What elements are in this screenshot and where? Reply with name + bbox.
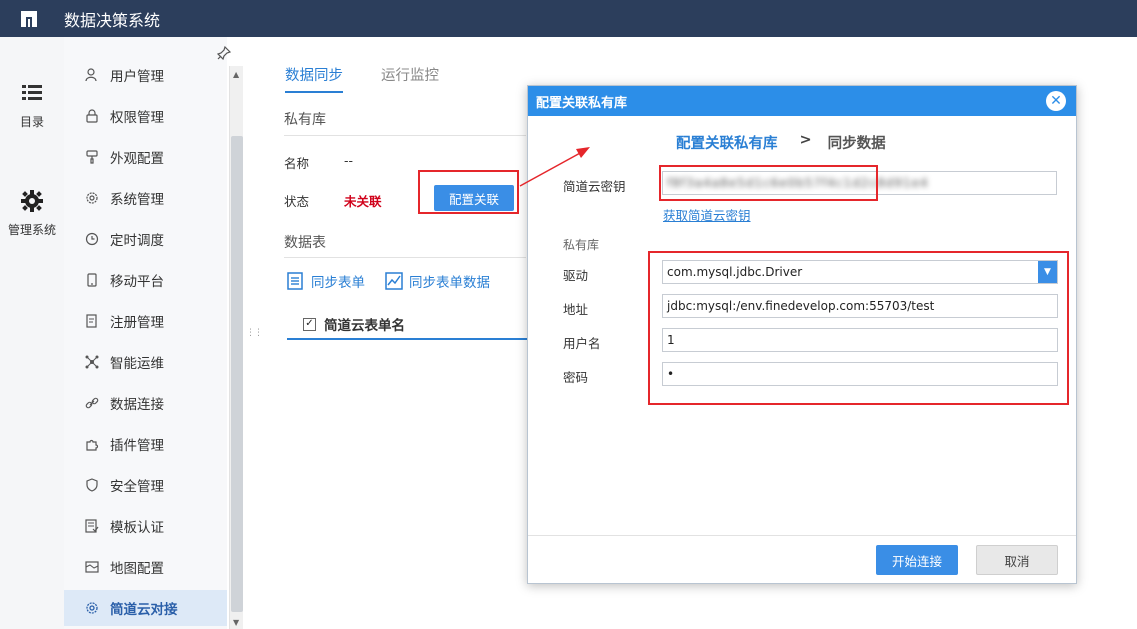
sidebar-item-schedule[interactable]: 定时调度	[64, 221, 227, 257]
name-value: --	[344, 153, 354, 168]
divider	[284, 135, 526, 136]
sidebar-item-label: 外观配置	[110, 151, 164, 167]
close-icon[interactable]: ✕	[1046, 91, 1066, 111]
sidebar-item-users[interactable]: 用户管理	[64, 57, 227, 93]
url-label: 地址	[563, 302, 589, 317]
status-label: 状态	[284, 194, 310, 209]
brush-icon	[84, 149, 100, 165]
sidebar-item-label: 智能运维	[110, 356, 164, 372]
dialog-footer: 开始连接 取消	[528, 535, 1076, 583]
sidebar-item-register[interactable]: 注册管理	[64, 303, 227, 339]
gear-icon	[84, 600, 100, 616]
chart-icon	[385, 272, 403, 290]
sidebar-item-label: 系统管理	[110, 192, 164, 208]
start-connection-button[interactable]: 开始连接	[876, 545, 958, 575]
key-label: 简道云密钥	[563, 179, 626, 194]
rail-label-catalog: 目录	[19, 115, 44, 129]
sidebar-item-jiandaoyun[interactable]: 简道云对接	[64, 590, 227, 626]
sidebar-item-ops[interactable]: 智能运维	[64, 344, 227, 380]
step-config: 配置关联私有库	[676, 136, 778, 152]
lock-icon	[84, 108, 100, 124]
sidebar-scrollbar[interactable]: ▲ ▼	[229, 66, 243, 629]
column-header-form-name: 简道云表单名	[324, 318, 405, 334]
sync-form-data-label: 同步表单数据	[409, 275, 490, 291]
sidebar-item-map[interactable]: 地图配置	[64, 549, 227, 585]
sidebar-item-label: 地图配置	[110, 561, 164, 577]
scroll-down-icon[interactable]: ▼	[233, 618, 239, 627]
sidebar-item-appearance[interactable]: 外观配置	[64, 139, 227, 175]
rail-item-catalog[interactable]: 目录	[0, 81, 64, 130]
get-key-link[interactable]: 获取简道云密钥	[663, 205, 751, 224]
sidebar: 用户管理 权限管理 外观配置 系统管理 定时调度 移动平台 注册管理 智能运维 …	[64, 37, 232, 629]
section-title-private: 私有库	[284, 112, 326, 128]
section-title-tables: 数据表	[284, 235, 326, 251]
network-icon	[84, 354, 100, 370]
sync-form-data-button[interactable]: 同步表单数据	[385, 271, 490, 291]
gear-icon	[84, 190, 100, 206]
step-sync: 同步数据	[827, 136, 886, 152]
highlight-box-key	[659, 165, 878, 201]
name-label: 名称	[284, 156, 310, 171]
top-bar: 数据决策系统	[0, 0, 1137, 37]
register-icon	[84, 313, 100, 329]
puzzle-icon	[84, 436, 100, 452]
clock-icon	[84, 231, 100, 247]
step-indicator: 配置关联私有库 > 同步数据	[676, 132, 886, 153]
sidebar-item-label: 数据连接	[110, 397, 164, 413]
template-icon	[84, 518, 100, 534]
rail-item-admin[interactable]: 管理系统	[0, 189, 64, 238]
app-title: 数据决策系统	[64, 10, 161, 30]
status-badge: 未关联	[344, 194, 382, 209]
table-header: ✓ 简道云表单名	[287, 310, 527, 340]
highlight-box-config	[418, 170, 519, 214]
sidebar-item-label: 安全管理	[110, 479, 164, 495]
driver-label: 驱动	[563, 268, 589, 283]
rail-label-admin: 管理系统	[7, 223, 56, 237]
icon-rail: 目录 管理系统	[0, 37, 64, 629]
sidebar-item-security[interactable]: 安全管理	[64, 467, 227, 503]
phone-icon	[84, 272, 100, 288]
map-icon	[84, 559, 100, 575]
sidebar-item-label: 用户管理	[110, 69, 164, 85]
tab-monitor[interactable]: 运行监控	[381, 64, 439, 93]
sidebar-item-data-connection[interactable]: 数据连接	[64, 385, 227, 421]
sync-form-label: 同步表单	[311, 275, 365, 291]
sidebar-item-label: 插件管理	[110, 438, 164, 454]
select-all-checkbox[interactable]: ✓	[303, 317, 316, 331]
step-separator: >	[799, 132, 812, 148]
sidebar-item-label: 定时调度	[110, 233, 164, 249]
app-logo-icon	[19, 9, 39, 29]
gear-icon	[21, 189, 43, 213]
sidebar-item-label: 移动平台	[110, 274, 164, 290]
user-icon	[84, 67, 100, 83]
dialog-title: 配置关联私有库	[536, 95, 628, 111]
sidebar-item-permissions[interactable]: 权限管理	[64, 98, 227, 134]
sidebar-item-mobile[interactable]: 移动平台	[64, 262, 227, 298]
sync-form-button[interactable]: 同步表单	[287, 271, 365, 291]
username-label: 用户名	[563, 336, 601, 351]
sidebar-item-label: 模板认证	[110, 520, 164, 536]
link-icon	[84, 395, 100, 411]
form-icon	[287, 272, 305, 290]
sidebar-item-label: 注册管理	[110, 315, 164, 331]
divider	[284, 257, 526, 258]
highlight-box-private-db	[648, 251, 1069, 405]
main-tabs: 数据同步 运行监控	[285, 64, 477, 93]
sidebar-item-template-auth[interactable]: 模板认证	[64, 508, 227, 544]
splitter-handle-icon[interactable]: ⋮⋮	[246, 328, 263, 338]
scroll-thumb[interactable]	[231, 136, 243, 612]
scroll-up-icon[interactable]: ▲	[233, 70, 239, 79]
sidebar-item-label: 权限管理	[110, 110, 164, 126]
tab-data-sync[interactable]: 数据同步	[285, 64, 343, 93]
shield-icon	[84, 477, 100, 493]
list-icon	[22, 81, 42, 105]
table-toolbar: 同步表单 同步表单数据	[287, 271, 510, 291]
sidebar-item-system[interactable]: 系统管理	[64, 180, 227, 216]
private-db-group-label: 私有库	[563, 238, 600, 252]
dialog-header: 配置关联私有库 ✕	[528, 86, 1076, 116]
cancel-button[interactable]: 取消	[976, 545, 1058, 575]
sidebar-item-plugins[interactable]: 插件管理	[64, 426, 227, 462]
sidebar-item-label: 简道云对接	[110, 602, 178, 618]
password-label: 密码	[563, 370, 589, 385]
